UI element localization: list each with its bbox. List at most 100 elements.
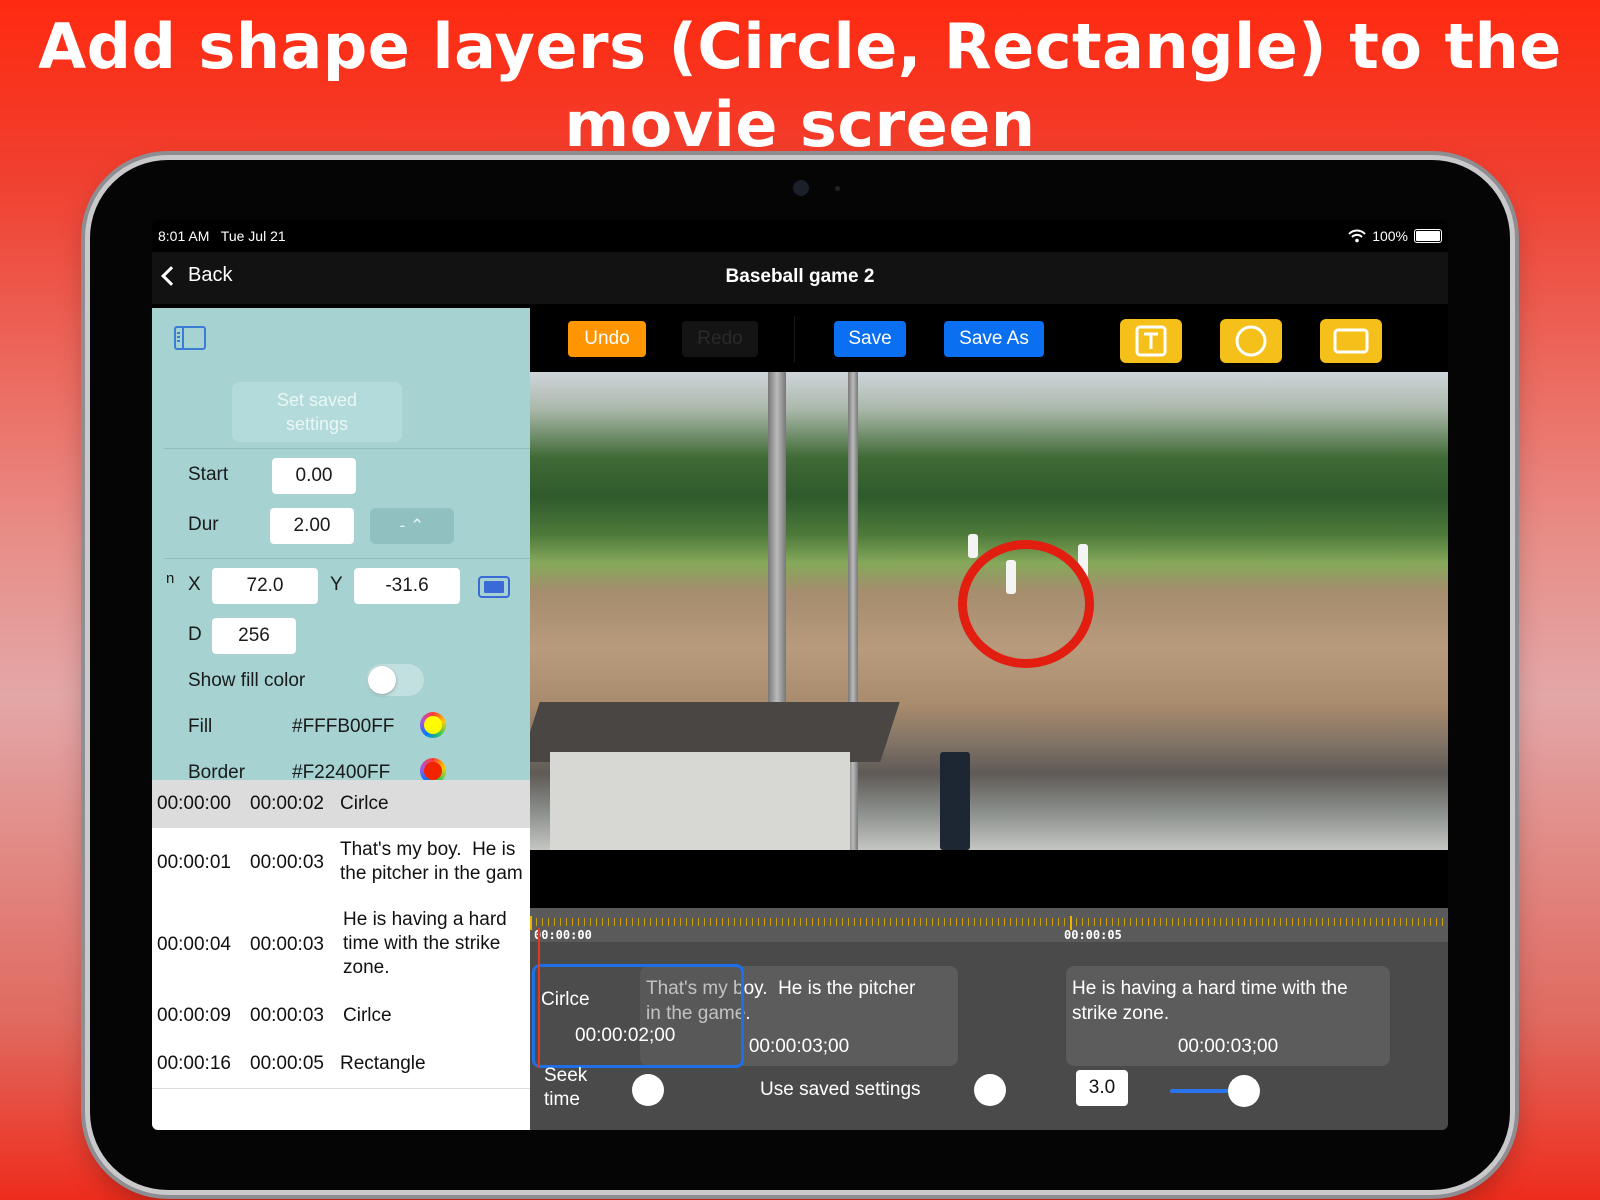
- wifi-icon: [1348, 229, 1366, 243]
- circle-shape-layer[interactable]: [958, 540, 1094, 668]
- dur-label: Dur: [188, 514, 219, 535]
- timecode-start: 00:00:00: [534, 928, 592, 942]
- headline: Add shape layers (Circle, Rectangle) to …: [0, 8, 1600, 164]
- duration-stepper[interactable]: - ⌃: [370, 508, 454, 544]
- list-item[interactable]: 00:00:16 00:00:05 Rectangle: [152, 1040, 530, 1089]
- speed-value-field[interactable]: 3.0: [1076, 1070, 1128, 1106]
- fill-hex-value: #FFFB00FF: [292, 716, 395, 737]
- ruler-ticks: [530, 918, 1448, 926]
- start-label: Start: [188, 464, 229, 485]
- list-item-text: Cirlce: [340, 793, 389, 814]
- save-as-button[interactable]: Save As: [944, 321, 1044, 357]
- playhead[interactable]: [538, 928, 540, 1068]
- clip-text: Cirlce: [541, 989, 590, 1010]
- player-figure: [968, 534, 978, 558]
- list-item[interactable]: 00:00:04 00:00:03 He is having a hard ti…: [152, 898, 530, 993]
- add-rectangle-layer-button[interactable]: [1320, 319, 1382, 363]
- list-item-duration: 00:00:05: [250, 1053, 324, 1074]
- layer-settings-panel: Set saved settings Start 0.00 Dur 2.00 -…: [152, 308, 530, 780]
- undo-button[interactable]: Undo: [568, 321, 646, 357]
- start-field[interactable]: 0.00: [272, 458, 356, 494]
- list-item-start: 00:00:01: [157, 852, 231, 873]
- headline-line-2: movie screen: [564, 88, 1036, 161]
- add-text-layer-button[interactable]: [1120, 319, 1182, 363]
- video-preview[interactable]: [530, 372, 1448, 850]
- seek-time-label: Seek time: [544, 1065, 588, 1110]
- color-toggle-icon[interactable]: [478, 576, 510, 598]
- clip-text: He is having a hard time with the strike…: [1072, 978, 1348, 1024]
- list-item-duration: 00:00:03: [250, 1005, 324, 1026]
- start-marker: [530, 916, 532, 930]
- clip-duration: 00:00:02;00: [575, 1025, 676, 1046]
- use-saved-settings-label: Use saved settings: [760, 1079, 921, 1100]
- camera-sensor: [835, 186, 840, 191]
- x-label: X: [188, 574, 201, 595]
- timeline-ruler[interactable]: 00:00:00 00:00:05: [530, 908, 1448, 942]
- list-item-text: That's my boy. He is the pitcher in the …: [340, 839, 523, 884]
- text-box-icon: [1135, 325, 1167, 357]
- fill-color-picker[interactable]: [420, 712, 446, 738]
- status-time: 8:01 AM: [158, 228, 210, 244]
- show-fill-toggle[interactable]: [366, 664, 424, 696]
- use-saved-settings-toggle[interactable]: [974, 1074, 1006, 1106]
- nav-bar: Back Baseball game 2: [152, 252, 1448, 304]
- y-label: Y: [330, 574, 343, 595]
- border-color-picker[interactable]: [420, 758, 446, 780]
- list-item-start: 00:00:04: [157, 934, 231, 955]
- status-date: Tue Jul 21: [220, 228, 286, 244]
- circle-icon: [1235, 325, 1267, 357]
- d-label: D: [188, 624, 202, 645]
- seek-time-toggle[interactable]: [632, 1074, 664, 1106]
- headline-line-1: Add shape layers (Circle, Rectangle) to …: [38, 10, 1562, 83]
- redo-button[interactable]: Redo: [682, 321, 758, 357]
- toggle-knob: [368, 666, 396, 694]
- timeline-panel: 00:00:00 00:00:05 That's my boy. He is t…: [530, 908, 1448, 1130]
- list-item-text: Cirlce: [343, 1005, 392, 1026]
- timecode-mid: 00:00:05: [1064, 928, 1122, 942]
- list-item[interactable]: 00:00:01 00:00:03 That's my boy. He is t…: [152, 828, 530, 899]
- timeline-clip-selected[interactable]: Cirlce 00:00:02;00: [532, 964, 744, 1068]
- list-item-start: 00:00:09: [157, 1005, 231, 1026]
- set-saved-settings-button[interactable]: Set saved settings: [232, 382, 402, 442]
- timeline-clip[interactable]: He is having a hard time with the strike…: [1066, 966, 1390, 1066]
- sidebar-toggle-icon[interactable]: [174, 326, 206, 350]
- front-camera: [793, 180, 809, 196]
- fill-color-swatch: [424, 716, 442, 734]
- border-color-swatch: [424, 762, 442, 780]
- list-item-duration: 00:00:03: [250, 852, 324, 873]
- add-circle-layer-button[interactable]: [1220, 319, 1282, 363]
- app-screen: 8:01 AM Tue Jul 21 100% Back Baseball ga…: [152, 220, 1448, 1130]
- list-item-duration: 00:00:03: [250, 934, 324, 955]
- list-item[interactable]: 00:00:00 00:00:02 Cirlce: [152, 780, 530, 829]
- list-item[interactable]: 00:00:09 00:00:03 Cirlce: [152, 992, 530, 1041]
- dur-field[interactable]: 2.00: [270, 508, 354, 544]
- rectangle-icon: [1333, 328, 1369, 354]
- spectator-figure: [940, 752, 970, 850]
- toolbar-divider: [794, 316, 795, 362]
- list-item-start: 00:00:00: [157, 793, 231, 814]
- list-item-text: Rectangle: [340, 1053, 426, 1074]
- shed-wall: [550, 752, 850, 850]
- x-field[interactable]: 72.0: [212, 568, 318, 604]
- save-button[interactable]: Save: [834, 321, 906, 357]
- show-fill-label: Show fill color: [188, 670, 306, 691]
- tablet-device: 8:01 AM Tue Jul 21 100% Back Baseball ga…: [90, 160, 1510, 1190]
- list-item-text: He is having a hard time with the strike…: [343, 909, 507, 978]
- y-field[interactable]: -31.6: [354, 568, 460, 604]
- video-letterbox: [530, 850, 1448, 908]
- battery-percent: 100%: [1372, 228, 1408, 244]
- n-label: n: [166, 570, 175, 587]
- editor-toolbar: Undo Redo Save Save As: [530, 308, 1448, 372]
- fill-label: Fill: [188, 716, 213, 737]
- border-hex-value: #F22400FF: [292, 762, 391, 780]
- list-item-start: 00:00:16: [157, 1053, 231, 1074]
- list-item-duration: 00:00:02: [250, 793, 324, 814]
- clip-duration: 00:00:03;00: [1177, 1036, 1279, 1057]
- divider: [164, 558, 530, 559]
- divider: [164, 448, 530, 449]
- layer-list: 00:00:00 00:00:02 Cirlce 00:00:01 00:00:…: [152, 780, 530, 1130]
- d-field[interactable]: 256: [212, 618, 296, 654]
- status-bar: 8:01 AM Tue Jul 21 100%: [158, 228, 1442, 248]
- speed-slider-knob[interactable]: [1228, 1075, 1260, 1107]
- border-label: Border: [188, 762, 246, 780]
